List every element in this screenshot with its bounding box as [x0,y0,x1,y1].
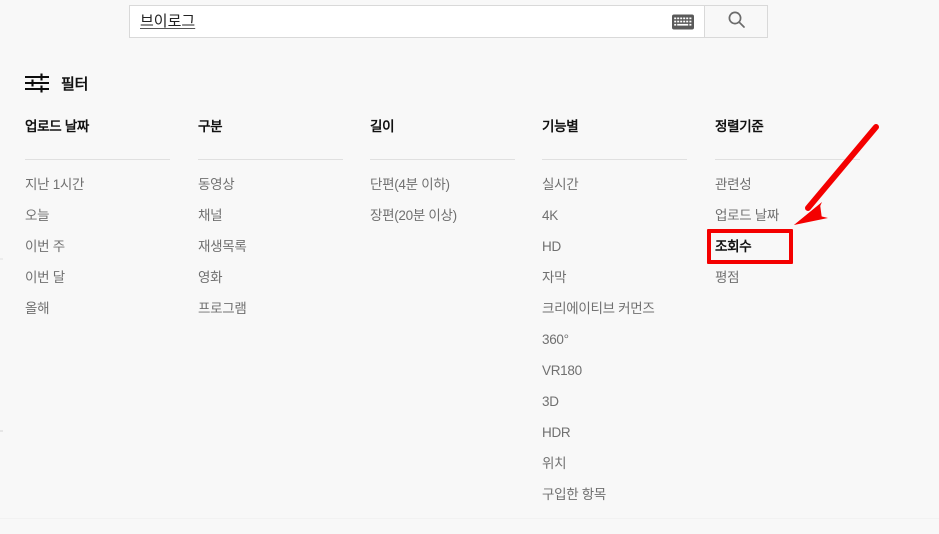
filter-option-features-0[interactable]: 실시간 [542,176,714,207]
filter-option-type-1[interactable]: 채널 [198,207,370,238]
filter-column-type: 구분 동영상 채널 재생목록 영화 프로그램 [198,118,370,331]
tune-filter-icon [24,72,50,94]
filter-toggle-button[interactable]: 필터 [24,72,88,94]
column-divider [715,159,860,160]
filter-column-title: 구분 [198,119,223,134]
filter-column-upload-date: 업로드 날짜 지난 1시간 오늘 이번 주 이번 달 올해 [25,118,197,331]
search-input-value: 브이로그 [140,12,196,30]
filter-option-list: 동영상 채널 재생목록 영화 프로그램 [198,176,370,331]
filter-option-features-1[interactable]: 4K [542,207,714,238]
search-submit-button[interactable] [704,5,768,38]
filter-option-sort-upload-date[interactable]: 업로드 날짜 [715,207,887,238]
filter-option-upload-date-3[interactable]: 이번 달 [25,269,197,300]
filter-option-duration-0[interactable]: 단편(4분 이하) [370,176,542,207]
filter-option-features-4[interactable]: 크리에이티브 커먼즈 [542,300,714,331]
search-input[interactable]: 브이로그 [129,5,704,38]
left-edge-marker [0,430,3,432]
filter-option-upload-date-2[interactable]: 이번 주 [25,238,197,269]
keyboard-icon[interactable] [672,14,694,29]
column-divider [25,159,170,160]
filter-label: 필터 [61,75,89,93]
filter-option-upload-date-4[interactable]: 올해 [25,300,197,331]
filter-option-features-9[interactable]: 위치 [542,455,714,486]
filter-option-features-6[interactable]: VR180 [542,362,714,393]
column-divider [198,159,343,160]
filter-option-sort-relevance[interactable]: 관련성 [715,176,887,207]
filter-option-upload-date-0[interactable]: 지난 1시간 [25,176,197,207]
search-bar: 브이로그 [129,5,768,38]
filter-option-type-0[interactable]: 동영상 [198,176,370,207]
filter-option-features-8[interactable]: HDR [542,424,714,455]
filter-option-list: 실시간 4K HD 자막 크리에이티브 커먼즈 360° VR180 3D HD… [542,176,714,517]
filter-option-features-10[interactable]: 구입한 항목 [542,486,714,517]
filter-column-sort-by: 정렬기준 관련성 업로드 날짜 조회수 평점 [715,118,887,300]
filter-option-list: 관련성 업로드 날짜 조회수 평점 [715,176,887,300]
filter-option-list: 단편(4분 이하) 장편(20분 이상) [370,176,542,238]
filter-column-duration: 길이 단편(4분 이하) 장편(20분 이상) [370,118,542,238]
left-edge-marker-secondary [0,258,3,260]
page-bottom-divider [0,518,939,519]
filter-column-title: 정렬기준 [715,119,764,134]
filter-option-features-3[interactable]: 자막 [542,269,714,300]
filter-option-features-7[interactable]: 3D [542,393,714,424]
filter-column-title: 기능별 [542,119,579,134]
filter-column-title: 업로드 날짜 [25,119,90,134]
filter-column-title: 길이 [370,119,395,134]
filter-option-sort-rating[interactable]: 평점 [715,269,887,300]
search-icon [727,10,746,34]
filter-option-features-5[interactable]: 360° [542,331,714,362]
column-divider [542,159,687,160]
filter-option-type-2[interactable]: 재생목록 [198,238,370,269]
filter-option-duration-1[interactable]: 장편(20분 이상) [370,207,542,238]
filter-option-type-4[interactable]: 프로그램 [198,300,370,331]
filter-option-sort-view-count[interactable]: 조회수 [715,238,887,269]
column-divider [370,159,515,160]
filter-option-type-3[interactable]: 영화 [198,269,370,300]
filter-option-upload-date-1[interactable]: 오늘 [25,207,197,238]
filter-option-features-2[interactable]: HD [542,238,714,269]
search-bar-row: 브이로그 [0,0,939,44]
filter-option-list: 지난 1시간 오늘 이번 주 이번 달 올해 [25,176,197,331]
filter-column-features: 기능별 실시간 4K HD 자막 크리에이티브 커먼즈 360° VR180 3… [542,118,714,517]
